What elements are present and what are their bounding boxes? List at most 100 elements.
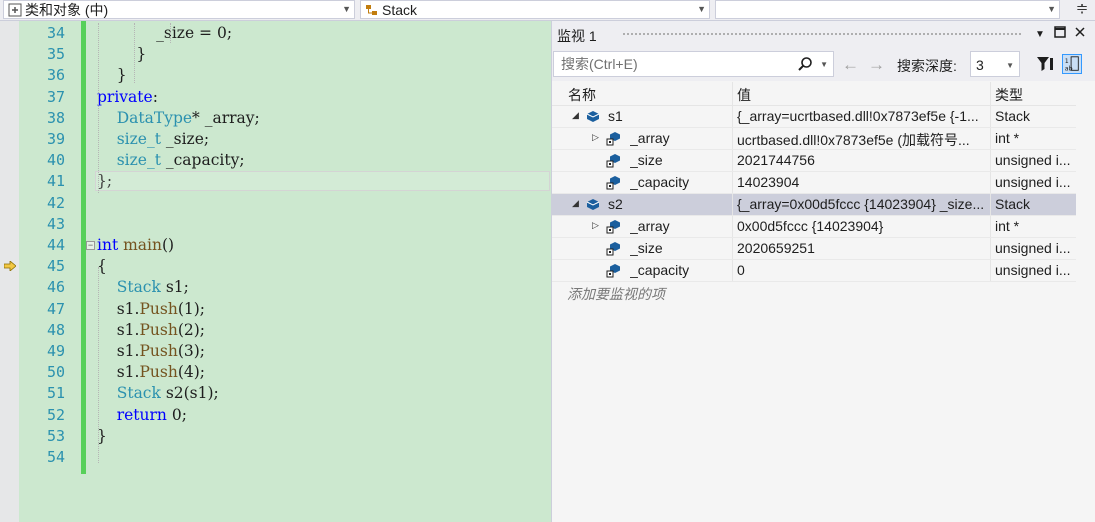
watch-row[interactable]: _capacity 0 unsigned i... (552, 260, 1076, 282)
close-icon[interactable] (1074, 26, 1086, 41)
watch-type: int * (995, 130, 1020, 146)
code-token: int (97, 236, 119, 254)
watch-row[interactable]: ◢ s2 {_array=0x00d5fccc {14023904} _size..… (552, 194, 1076, 216)
watch-grid: 名称 值 类型 ◢ s1 {_array=ucrtbased.dll!0x7873e… (552, 82, 1076, 303)
type-combo[interactable]: Stack ▼ (360, 0, 710, 19)
watch-name: _array (630, 218, 670, 234)
watch-type: int * (995, 218, 1020, 234)
grid-header: 名称 值 类型 (552, 82, 1076, 106)
filter-icon[interactable] (1035, 54, 1055, 74)
code-token: private (97, 87, 153, 106)
watch-value: ucrtbased.dll!0x7873ef5e (加载符号... (737, 132, 970, 148)
code-text: } (97, 65, 127, 86)
code-token: Push (139, 363, 178, 382)
chevron-down-icon[interactable]: ▼ (820, 60, 828, 69)
add-watch-row[interactable]: 添加要监视的项 (552, 282, 1076, 303)
search-previous-icon[interactable]: ← (842, 55, 859, 75)
watch-row[interactable]: ▷ _array 0x00d5fccc {14023904} int * (552, 216, 1076, 238)
chevron-down-icon: ▼ (1047, 4, 1056, 14)
navigation-bar: 类和对象 (中) ▼ Stack ▼ ▼ ≑ (0, 0, 1095, 21)
code-text: int main() (97, 235, 174, 256)
watch-name: _size (630, 152, 663, 168)
code-token: Stack (116, 278, 161, 297)
watch-type: Stack (995, 196, 1031, 212)
line-number: 37 (46, 87, 65, 106)
code-token: _capacity; (160, 151, 245, 170)
code-token: return (116, 405, 167, 424)
field-icon (606, 132, 620, 146)
line-number: 46 (46, 278, 65, 297)
code-token: s1. (116, 363, 140, 382)
field-icon (606, 264, 620, 278)
watch-value: {_array=ucrtbased.dll!0x7873ef5e {-1... (737, 108, 979, 124)
scope-combo[interactable]: 类和对象 (中) ▼ (3, 0, 355, 19)
line-number: 48 (46, 320, 65, 339)
search-depth-select[interactable]: 3 ▼ (970, 51, 1020, 77)
code-token: 0; (166, 405, 187, 424)
watch-title: 监视 1 (557, 28, 597, 44)
code-text: s1.Push(1); (97, 299, 205, 320)
search-box[interactable]: ▼ (553, 51, 834, 77)
watch-row[interactable]: ◢ s1 {_array=ucrtbased.dll!0x7873ef5e {-1.… (552, 106, 1076, 128)
watch-row[interactable]: _size 2020659251 unsigned i... (552, 238, 1076, 260)
code-token: : (152, 87, 158, 106)
title-grip (622, 32, 1022, 37)
watch-name: _array (630, 130, 670, 146)
search-input[interactable] (559, 55, 783, 73)
expand-icon[interactable]: ▷ (592, 132, 599, 143)
search-icon[interactable] (797, 56, 813, 72)
fold-toggle-icon[interactable]: − (86, 241, 95, 250)
line-number: 47 (46, 299, 65, 318)
line-number: 35 (46, 45, 65, 64)
watch-row[interactable]: ▷ _array ucrtbased.dll!0x7873ef5e (加载符号...… (552, 128, 1076, 150)
column-header-type[interactable]: 类型 (995, 85, 1023, 105)
code-editor[interactable]: 34 _size = 0; 35 } 36 } 37 private: 38 DataTy… (0, 21, 551, 522)
code-token: (4); (177, 363, 206, 382)
watch-name: s2 (608, 196, 623, 212)
collapse-icon[interactable]: ◢ (572, 110, 579, 121)
watch-window: 监视 1 ▼ ▼ ← → 搜索深度: 3 ▼ 1ab 名称 值 类 (551, 21, 1095, 522)
watch-type: unsigned i... (995, 174, 1071, 190)
watch-value: 2021744756 (737, 152, 815, 168)
glyph-margin (0, 21, 19, 522)
watch-type: unsigned i... (995, 262, 1071, 278)
line-number: 51 (46, 384, 65, 403)
hex-display-icon[interactable]: 1ab (1062, 54, 1082, 74)
code-token: (1); (177, 299, 206, 318)
code-line[interactable]: 42 (19, 193, 551, 214)
code-text: } (97, 44, 146, 65)
code-token: Stack (116, 384, 161, 403)
watch-name: _capacity (630, 174, 690, 190)
indent-guide (170, 23, 171, 43)
watch-value: 0 (737, 262, 745, 278)
code-text: Stack s1; (97, 277, 189, 298)
code-line[interactable]: 43 (19, 214, 551, 235)
code-text: _size = 0; (97, 23, 232, 44)
window-menu-icon[interactable]: ▼ (1035, 29, 1045, 40)
maximize-icon[interactable] (1054, 26, 1066, 41)
watch-row[interactable]: _capacity 14023904 unsigned i... (552, 172, 1076, 194)
watch-row[interactable]: _size 2021744756 unsigned i... (552, 150, 1076, 172)
chevron-down-icon: ▼ (342, 4, 351, 14)
watch-value: 0x00d5fccc {14023904} (737, 218, 884, 234)
watch-type: Stack (995, 108, 1031, 124)
chevron-down-icon: ▼ (697, 4, 706, 14)
split-editor-icon[interactable]: ≑ (1073, 1, 1091, 18)
watch-title-bar: 监视 1 ▼ (552, 21, 1095, 48)
code-text: size_t _capacity; (97, 150, 245, 171)
line-number: 45 (46, 257, 65, 276)
code-token: (3); (177, 342, 206, 360)
line-number: 38 (46, 108, 65, 127)
collapse-icon[interactable]: ◢ (572, 198, 579, 209)
line-number: 39 (46, 130, 65, 148)
column-header-value[interactable]: 值 (737, 85, 751, 105)
watch-name: _capacity (630, 262, 690, 278)
search-next-icon[interactable]: → (868, 55, 885, 75)
expand-icon[interactable]: ▷ (592, 220, 599, 231)
code-text: s1.Push(3); (97, 341, 205, 362)
caret-line-highlight (95, 171, 550, 192)
column-header-name[interactable]: 名称 (568, 85, 596, 105)
field-icon (606, 154, 620, 168)
line-number: 54 (46, 448, 65, 466)
member-combo[interactable]: ▼ (715, 0, 1060, 19)
